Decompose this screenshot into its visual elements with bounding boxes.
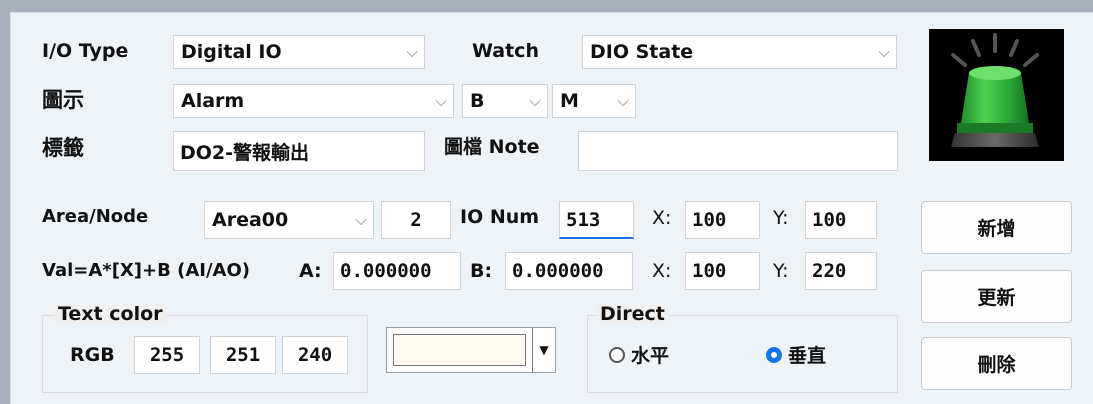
x-input-2[interactable]: 100 xyxy=(685,252,760,290)
watch-select[interactable]: DIO State ⌵ xyxy=(582,35,897,69)
alarm-light-preview xyxy=(929,29,1064,161)
m-value: M xyxy=(560,90,579,112)
m-select[interactable]: M ⌵ xyxy=(552,84,636,118)
tag-label: 標籤 xyxy=(42,136,84,160)
rgb-label: RGB xyxy=(70,344,115,366)
blue-input[interactable]: 240 xyxy=(282,336,348,374)
b-value: B xyxy=(470,90,485,112)
red-input[interactable]: 255 xyxy=(134,336,200,374)
node-input[interactable]: 2 xyxy=(381,201,451,239)
update-button[interactable]: 更新 xyxy=(921,270,1072,323)
io-type-label: I/O Type xyxy=(42,40,129,62)
io-num-value: 513 xyxy=(566,208,601,231)
x-value-1: 100 xyxy=(692,209,727,231)
chevron-down-icon: ⌵ xyxy=(878,43,890,61)
dropdown-arrow-icon[interactable]: ▼ xyxy=(532,328,555,372)
color-picker[interactable]: ▼ xyxy=(386,327,556,373)
area-node-label: Area/Node xyxy=(42,206,149,227)
y-input-2[interactable]: 220 xyxy=(805,252,877,290)
b-input[interactable]: 0.000000 xyxy=(505,252,633,290)
green-alarm-light-icon xyxy=(951,33,1039,147)
y-input-1[interactable]: 100 xyxy=(805,201,877,239)
x-value-2: 100 xyxy=(692,260,727,282)
icon-select[interactable]: Alarm ⌵ xyxy=(173,84,454,118)
io-num-label: IO Num xyxy=(460,206,540,228)
b-select[interactable]: B ⌵ xyxy=(462,84,548,118)
formula-label: Val=A*[X]+B (AI/AO) xyxy=(42,260,250,281)
y-value-1: 100 xyxy=(812,209,847,231)
area-value: Area00 xyxy=(212,209,289,231)
green-value: 251 xyxy=(225,344,261,366)
io-type-value: Digital IO xyxy=(181,41,282,63)
radio-button-icon xyxy=(609,346,625,363)
b-value: 0.000000 xyxy=(512,260,604,282)
icon-value: Alarm xyxy=(181,90,245,112)
chevron-down-icon: ⌵ xyxy=(406,43,418,61)
chevron-down-icon: ⌵ xyxy=(355,211,367,229)
green-input[interactable]: 251 xyxy=(210,336,276,374)
radio-vertical[interactable]: 垂直 xyxy=(766,341,826,368)
radio-horizontal[interactable]: 水平 xyxy=(609,341,669,368)
radio-horizontal-label: 水平 xyxy=(631,345,670,367)
node-value: 2 xyxy=(410,209,422,231)
tag-value: DO2-警報輸出 xyxy=(180,141,310,164)
watch-value: DIO State xyxy=(590,41,694,63)
area-select[interactable]: Area00 ⌵ xyxy=(204,201,374,239)
blue-value: 240 xyxy=(297,344,333,366)
red-value: 255 xyxy=(149,344,185,366)
radio-button-selected-icon xyxy=(766,346,782,363)
text-color-title: Text color xyxy=(54,305,167,324)
color-swatch xyxy=(393,334,526,366)
x-label-1: X: xyxy=(652,207,672,229)
y-label-1: Y: xyxy=(773,207,789,229)
watch-label: Watch xyxy=(472,40,539,62)
direct-title: Direct xyxy=(596,305,669,324)
x-label-2: X: xyxy=(652,260,672,282)
add-button[interactable]: 新增 xyxy=(921,201,1072,254)
b-label: B: xyxy=(470,260,493,282)
chevron-down-icon: ⌵ xyxy=(617,92,629,110)
io-type-select[interactable]: Digital IO ⌵ xyxy=(173,35,425,69)
note-label: 圖檔 Note xyxy=(444,136,540,158)
a-label: A: xyxy=(299,260,322,282)
delete-button[interactable]: 刪除 xyxy=(921,337,1072,390)
a-input[interactable]: 0.000000 xyxy=(333,252,461,290)
chevron-down-icon: ⌵ xyxy=(529,92,541,110)
io-num-input[interactable]: 513 xyxy=(559,201,634,239)
y-label-2: Y: xyxy=(773,260,789,282)
y-value-2: 220 xyxy=(812,260,847,282)
tag-input[interactable]: DO2-警報輸出 xyxy=(173,131,425,171)
a-value: 0.000000 xyxy=(340,260,432,282)
x-input-1[interactable]: 100 xyxy=(685,201,760,239)
chevron-down-icon: ⌵ xyxy=(435,92,447,110)
note-input[interactable] xyxy=(578,131,898,171)
icon-label: 圖示 xyxy=(42,88,84,112)
radio-vertical-label: 垂直 xyxy=(788,345,827,367)
